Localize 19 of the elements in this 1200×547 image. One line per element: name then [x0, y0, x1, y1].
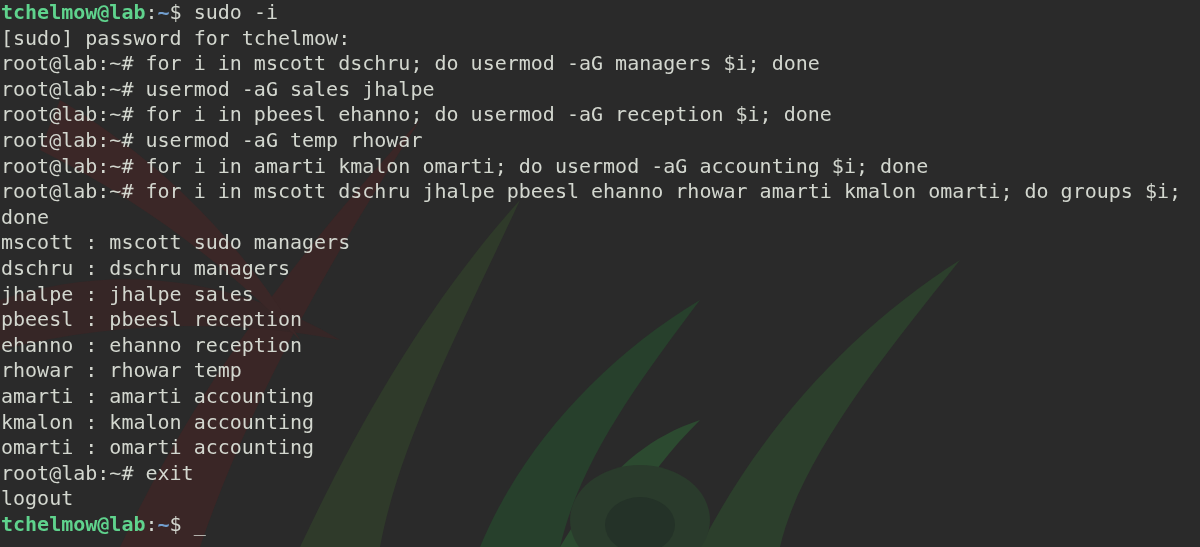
command-line: root@lab:~# for i in mscott dschru; do usermod -aG managers $i; done — [1, 51, 821, 77]
command-line: root@lab:~# usermod -aG temp rhowar — [1, 127, 424, 154]
command-line: tchelmow@lab:~$ sudo -i — [1, 0, 279, 26]
output-line: logout — [1, 486, 75, 512]
output-line: amarti : amarti accounting — [1, 383, 316, 410]
output-line: [sudo] password for tchelmow: — [1, 25, 352, 52]
output-line: mscott : mscott sudo managers — [1, 230, 352, 256]
output-line: ehanno : ehanno reception — [1, 332, 304, 359]
output-line: pbeesl : pbeesl reception — [1, 307, 304, 333]
command-line: tchelmow@lab:~$ _ — [1, 511, 207, 538]
command-line: root@lab:~# exit — [1, 460, 195, 487]
output-line: rhowar : rhowar temp — [1, 358, 243, 384]
command-line: root@lab:~# for i in pbeesl ehanno; do usermod -aG reception $i; done — [1, 102, 833, 128]
output-line: jhalpe : jhalpe sales — [1, 281, 255, 308]
output-line: kmalon : kmalon accounting — [1, 409, 316, 436]
output-line: omarti : omarti accounting — [1, 435, 316, 461]
command-line: root@lab:~# for i in amarti kmalon omarti; do usermod -aG accounting $i; done — [1, 153, 930, 180]
command-line: root@lab:~# usermod -aG sales jhalpe — [1, 76, 436, 103]
output-line: dschru : dschru managers — [1, 255, 291, 282]
